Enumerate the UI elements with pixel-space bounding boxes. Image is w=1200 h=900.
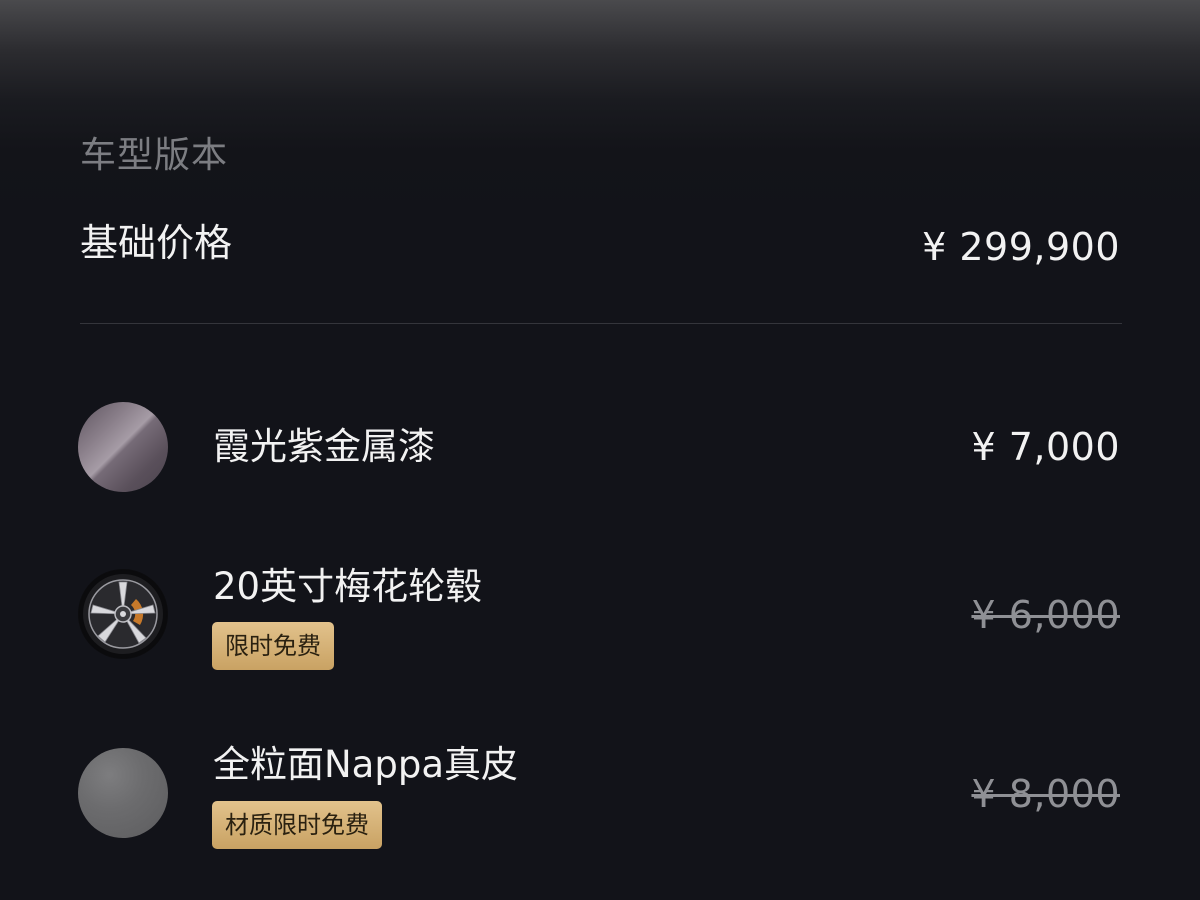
free-promo-badge: 材质限时免费 xyxy=(212,801,382,849)
leather-swatch-icon xyxy=(78,748,168,838)
option-name: 20英寸梅花轮毂 xyxy=(213,565,483,608)
divider xyxy=(80,323,1122,324)
section-label: 车型版本 xyxy=(80,135,229,176)
option-original-price: ¥ 8,000 xyxy=(971,772,1120,816)
price-breakdown-screen: 车型版本 基础价格 ¥ 299,900 霞光紫金属漆 ¥ 7,000 20英寸梅… xyxy=(0,0,1200,900)
wheel-graphic xyxy=(79,570,167,658)
wheel-icon xyxy=(78,569,168,659)
free-promo-badge: 限时免费 xyxy=(212,622,334,670)
option-name: 全粒面Nappa真皮 xyxy=(213,743,518,786)
option-name: 霞光紫金属漆 xyxy=(213,425,435,468)
base-price-value: ¥ 299,900 xyxy=(922,225,1120,269)
paint-swatch-icon xyxy=(78,402,168,492)
option-original-price: ¥ 6,000 xyxy=(971,593,1120,637)
base-price-label: 基础价格 xyxy=(80,221,233,265)
option-price: ¥ 7,000 xyxy=(971,425,1120,469)
